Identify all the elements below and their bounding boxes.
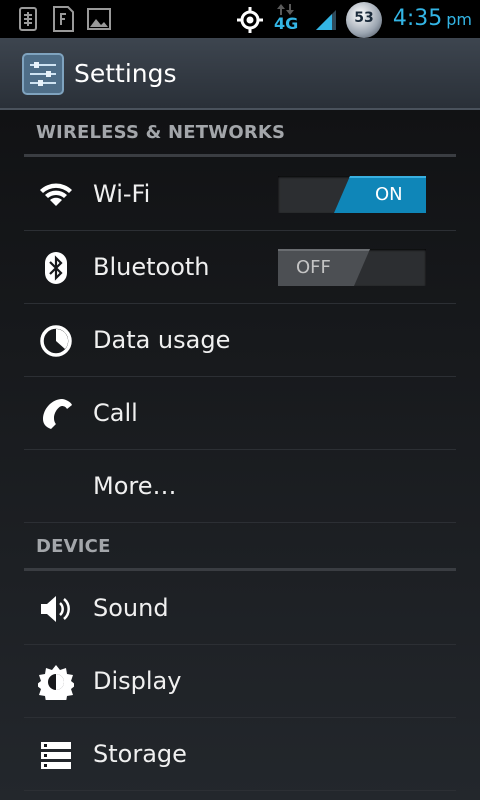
settings-item-label: More… [93,472,177,500]
toggle-state-label: OFF [296,257,331,278]
wifi-toggle[interactable]: ON [278,176,426,213]
wifi-icon [40,183,72,206]
network-type-text: 4G [274,14,299,33]
network-type-label: 4G [274,4,304,34]
display-icon [38,665,74,700]
settings-item-label: Call [93,399,138,427]
settings-item-call[interactable]: Call [24,377,456,450]
clock-ampm: pm [446,10,472,29]
notification-count-text: 53 [354,10,374,26]
settings-item-bluetooth[interactable]: Bluetooth OFF [24,231,456,304]
settings-item-label: Storage [93,740,187,768]
sound-icon [41,596,70,622]
settings-item-label: Wi-Fi [93,180,151,208]
gps-icon [237,7,263,33]
toggle-on-thumb [334,176,426,213]
settings-item-wifi[interactable]: Wi-Fi ON [24,158,456,231]
usb-debug-icon [19,7,37,31]
settings-item-data-usage[interactable]: Data usage [24,304,456,377]
bluetooth-toggle[interactable]: OFF [278,249,426,286]
settings-item-sound[interactable]: Sound [24,572,456,645]
settings-item-display[interactable]: Display [24,645,456,718]
section-header-wireless: WIRELESS & NETWORKS [24,110,456,157]
settings-item-more[interactable]: More… [24,450,456,523]
clock-time: 4:35 [392,6,443,31]
settings-list: WIRELESS & NETWORKS Wi-Fi ON Bluetooth O… [0,110,480,800]
page-title: Settings [74,59,177,88]
phone-icon [43,399,72,429]
clock: 4:35 pm [393,5,472,34]
settings-item-label: Bluetooth [93,253,210,281]
section-header-label: WIRELESS & NETWORKS [36,122,286,143]
storage-icon [41,742,71,769]
status-bar: 4G 53 4:35 pm [0,0,480,38]
data-usage-icon [40,325,72,357]
action-bar: Settings [0,38,480,110]
toggle-state-label: ON [375,184,403,205]
section-header-label: DEVICE [36,536,111,557]
image-icon [87,8,111,30]
settings-item-label: Display [93,667,182,695]
bluetooth-icon [45,252,67,284]
section-header-device: DEVICE [24,524,456,571]
settings-item-storage[interactable]: Storage [24,718,456,791]
settings-sliders-icon[interactable] [22,53,64,95]
sim-card-icon [53,6,74,32]
notification-count-icon: 53 [346,2,382,38]
settings-item-label: Sound [93,594,169,622]
signal-icon [316,10,336,30]
settings-item-label: Data usage [93,326,231,354]
